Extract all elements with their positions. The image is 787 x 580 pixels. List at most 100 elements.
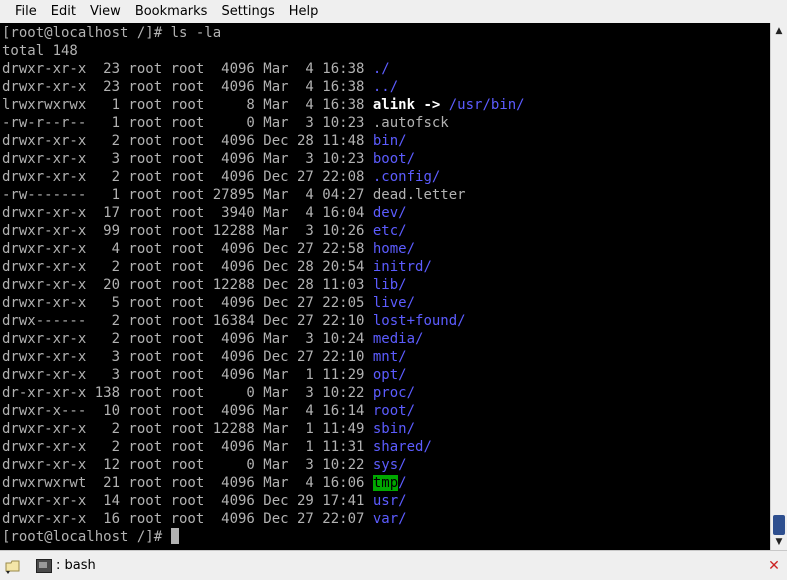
listing-row: dr-xr-xr-x 138 root root 0 Mar 3 10:22 p… (2, 384, 415, 402)
row-meta: drwxr-xr-x 2 root root 4096 Mar 3 10:24 (2, 331, 373, 347)
listing-row: drwxr-xr-x 23 root root 4096 Mar 4 16:38… (2, 78, 398, 96)
row-filename: etc/ (372, 223, 407, 239)
row-meta: drwxr-xr-x 99 root root 12288 Mar 3 10:2… (2, 223, 373, 239)
row-meta: drwxr-xr-x 2 root root 4096 Dec 28 20:54 (2, 259, 373, 275)
row-meta: -rw------- 1 root root 27895 Mar 4 04:27 (2, 187, 373, 203)
new-tab-button[interactable] (2, 555, 24, 577)
row-filename: mnt/ (372, 349, 407, 365)
listing-row: drwxr-xr-x 99 root root 12288 Mar 3 10:2… (2, 222, 407, 240)
row-meta: drwxr-xr-x 3 root root 4096 Dec 27 22:10 (2, 349, 373, 365)
row-meta: drwxr-xr-x 23 root root 4096 Mar 4 16:38 (2, 61, 373, 77)
listing-row: drwxr-xr-x 4 root root 4096 Dec 27 22:58… (2, 240, 415, 258)
listing-row: drwx------ 2 root root 16384 Dec 27 22:1… (2, 312, 466, 330)
row-filename: alink (372, 97, 416, 113)
menu-settings[interactable]: Settings (214, 0, 281, 23)
row-meta: drwxr-xr-x 17 root root 3940 Mar 4 16:04 (2, 205, 373, 221)
terminal-output[interactable]: [root@localhost /]# ls -la total 148 drw… (0, 23, 770, 550)
listing-row: drwxr-xr-x 12 root root 0 Mar 3 10:22 sy… (2, 456, 407, 474)
row-meta: drwxr-xr-x 12 root root 0 Mar 3 10:22 (2, 457, 373, 473)
prompt-text: [root@localhost /]# (2, 529, 171, 545)
row-meta: drwxr-x--- 10 root root 4096 Mar 4 16:14 (2, 403, 373, 419)
command-line: [root@localhost /]# ls -la (2, 25, 222, 41)
row-filename: home/ (372, 241, 416, 257)
menu-edit[interactable]: Edit (44, 0, 83, 23)
row-meta: drwxr-xr-x 16 root root 4096 Dec 27 22:0… (2, 511, 373, 527)
row-filename: tmp (372, 475, 399, 491)
row-meta: drwxr-xr-x 2 root root 12288 Mar 1 11:49 (2, 421, 373, 437)
listing-row: drwxr-xr-x 2 root root 12288 Mar 1 11:49… (2, 420, 415, 438)
total-line: total 148 (2, 43, 78, 59)
listing-row: drwxr-xr-x 2 root root 4096 Dec 28 20:54… (2, 258, 432, 276)
listing-row: drwxr-xr-x 14 root root 4096 Dec 29 17:4… (2, 492, 407, 510)
row-filename: dev/ (372, 205, 407, 221)
listing-row: -rw------- 1 root root 27895 Mar 4 04:27… (2, 186, 466, 204)
text-cursor (170, 528, 179, 544)
row-filename: .config/ (372, 169, 441, 185)
row-filename: root/ (372, 403, 416, 419)
row-filename: proc/ (372, 385, 416, 401)
listing-row: lrwxrwxrwx 1 root root 8 Mar 4 16:38 ali… (2, 96, 525, 114)
new-tab-icon (5, 560, 20, 574)
scrollbar-thumb[interactable] (773, 515, 785, 535)
scrollbar[interactable]: ▲ ▼ (770, 23, 787, 550)
row-suffix: / (398, 475, 407, 491)
row-meta: dr-xr-xr-x 138 root root 0 Mar 3 10:22 (2, 385, 373, 401)
link-arrow: -> (415, 97, 449, 113)
menu-help[interactable]: Help (282, 0, 326, 23)
menu-bookmarks[interactable]: Bookmarks (128, 0, 215, 23)
row-filename: dead.letter (372, 187, 466, 203)
listing-row: drwxr-xr-x 3 root root 4096 Mar 3 10:23 … (2, 150, 415, 168)
close-tab-button[interactable]: ✕ (767, 558, 781, 574)
listing-row: drwxr-xr-x 5 root root 4096 Dec 27 22:05… (2, 294, 415, 312)
tab-bash[interactable]: : bash (30, 554, 102, 578)
row-filename: var/ (372, 511, 407, 527)
row-meta: drwxr-xr-x 4 root root 4096 Dec 27 22:58 (2, 241, 373, 257)
row-meta: drwxr-xr-x 20 root root 12288 Dec 28 11:… (2, 277, 373, 293)
listing-row: drwxr-xr-x 2 root root 4096 Mar 1 11:31 … (2, 438, 432, 456)
listing-row: drwxr-xr-x 23 root root 4096 Mar 4 16:38… (2, 60, 390, 78)
row-filename: ../ (372, 79, 399, 95)
row-meta: drwx------ 2 root root 16384 Dec 27 22:1… (2, 313, 373, 329)
row-meta: lrwxrwxrwx 1 root root 8 Mar 4 16:38 (2, 97, 373, 113)
row-filename: lost+found/ (372, 313, 466, 329)
listing-row: drwxr-xr-x 2 root root 4096 Mar 3 10:24 … (2, 330, 423, 348)
row-filename: boot/ (372, 151, 416, 167)
listing-row: drwxr-xr-x 2 root root 4096 Dec 27 22:08… (2, 168, 440, 186)
row-filename: initrd/ (372, 259, 432, 275)
listing-row: -rw-r--r-- 1 root root 0 Mar 3 10:23 .au… (2, 114, 449, 132)
listing-row: drwxr-xr-x 20 root root 12288 Dec 28 11:… (2, 276, 407, 294)
menu-bar: File Edit View Bookmarks Settings Help (0, 0, 787, 23)
menu-file[interactable]: File (0, 0, 44, 23)
row-meta: drwxr-xr-x 2 root root 4096 Dec 28 11:48 (2, 133, 373, 149)
row-filename: media/ (372, 331, 424, 347)
scroll-down-arrow-icon[interactable]: ▼ (771, 534, 787, 550)
row-filename: opt/ (372, 367, 407, 383)
listing-row: drwxrwxrwt 21 root root 4096 Mar 4 16:06… (2, 474, 407, 492)
close-tab-icon: ✕ (768, 558, 780, 574)
listing-row: drwxr-xr-x 16 root root 4096 Dec 27 22:0… (2, 510, 407, 528)
menu-view[interactable]: View (83, 0, 128, 23)
listing-row: drwxr-xr-x 3 root root 4096 Mar 1 11:29 … (2, 366, 407, 384)
row-meta: drwxr-xr-x 23 root root 4096 Mar 4 16:38 (2, 79, 373, 95)
listing-row: drwxr-xr-x 2 root root 4096 Dec 28 11:48… (2, 132, 407, 150)
scroll-up-arrow-icon[interactable]: ▲ (771, 23, 787, 39)
row-filename: sys/ (372, 457, 407, 473)
row-meta: drwxrwxrwt 21 root root 4096 Mar 4 16:06 (2, 475, 373, 491)
tab-label: : bash (56, 558, 96, 573)
listing-row: drwxr-xr-x 17 root root 3940 Mar 4 16:04… (2, 204, 407, 222)
row-filename: bin/ (372, 133, 407, 149)
row-meta: -rw-r--r-- 1 root root 0 Mar 3 10:23 (2, 115, 373, 131)
row-meta: drwxr-xr-x 3 root root 4096 Mar 1 11:29 (2, 367, 373, 383)
prompt-line[interactable]: [root@localhost /]# (2, 528, 179, 546)
row-meta: drwxr-xr-x 5 root root 4096 Dec 27 22:05 (2, 295, 373, 311)
tab-bar: : bash ✕ (0, 550, 787, 580)
row-filename: lib/ (372, 277, 407, 293)
row-meta: drwxr-xr-x 2 root root 4096 Dec 27 22:08 (2, 169, 373, 185)
terminal-icon (36, 558, 52, 573)
row-meta: drwxr-xr-x 2 root root 4096 Mar 1 11:31 (2, 439, 373, 455)
row-filename: .autofsck (372, 115, 449, 131)
row-meta: drwxr-xr-x 14 root root 4096 Dec 29 17:4… (2, 493, 373, 509)
row-meta: drwxr-xr-x 3 root root 4096 Mar 3 10:23 (2, 151, 373, 167)
link-target: /usr/bin/ (448, 97, 525, 113)
row-filename: shared/ (372, 439, 432, 455)
